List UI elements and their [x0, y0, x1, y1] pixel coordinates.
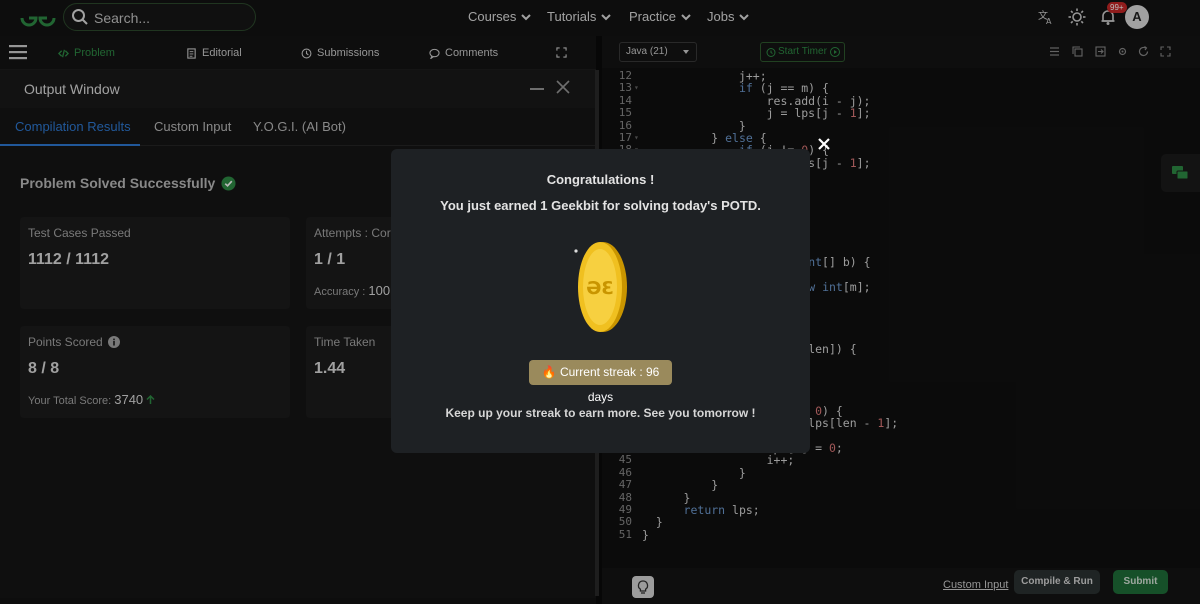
svg-text:ƏƐ: ƏƐ: [586, 278, 614, 299]
modal-title: Congratulations !: [546, 172, 655, 187]
modal-footer: Keep up your streak to earn more. See yo…: [445, 406, 756, 420]
streak-text: Current streak : 96 days: [559, 365, 660, 404]
streak-badge: 🔥 Current streak : 96 days: [529, 360, 672, 404]
modal-close-icon[interactable]: [813, 133, 835, 155]
modal-subtitle: You just earned 1 Geekbit for solving to…: [440, 198, 761, 213]
geekbit-coin-icon: ƏƐ: [574, 242, 627, 332]
congratulations-modal: Congratulations ! You just earned 1 Geek…: [391, 149, 810, 453]
